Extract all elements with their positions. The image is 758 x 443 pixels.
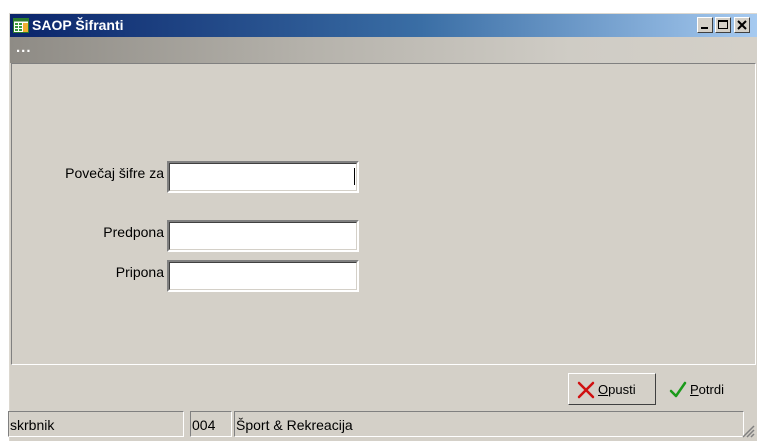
increase-field[interactable] xyxy=(167,161,359,193)
status-org-text: Šport & Rekreacija xyxy=(236,417,353,433)
minimize-icon xyxy=(701,27,708,29)
prefix-label: Predpona xyxy=(103,224,164,240)
close-icon xyxy=(737,20,747,30)
subheader-text: ... xyxy=(16,39,32,56)
cancel-button[interactable]: Opusti xyxy=(568,373,656,405)
subheader-bar: ... xyxy=(10,37,757,63)
form-panel: Povečaj šifre za Predpona Pripona xyxy=(11,63,756,365)
status-bar: skrbnik 004 Šport & Rekreacija xyxy=(8,410,757,440)
table-icon xyxy=(13,18,29,33)
confirm-label: Potrdi xyxy=(690,382,724,397)
dialog-window: SAOP Šifranti ... Povečaj šifre za Predp xyxy=(8,13,757,441)
maximize-button[interactable] xyxy=(715,17,731,33)
suffix-input[interactable] xyxy=(172,265,356,287)
status-organization: Šport & Rekreacija xyxy=(234,411,744,437)
minimize-button[interactable] xyxy=(697,17,713,33)
window-title: SAOP Šifranti xyxy=(32,17,124,33)
resize-grip-icon[interactable] xyxy=(741,424,755,438)
suffix-field[interactable] xyxy=(167,260,359,292)
close-button[interactable] xyxy=(734,17,750,33)
red-x-icon xyxy=(577,381,595,399)
increase-input[interactable] xyxy=(172,166,356,188)
increase-label: Povečaj šifre za xyxy=(65,165,164,181)
prefix-input[interactable] xyxy=(172,225,356,247)
suffix-label: Pripona xyxy=(115,264,164,280)
cancel-label: Opusti xyxy=(598,382,636,397)
status-user: skrbnik xyxy=(8,411,184,437)
green-check-icon xyxy=(669,381,687,398)
prefix-field[interactable] xyxy=(167,220,359,252)
text-caret xyxy=(354,168,355,185)
maximize-icon xyxy=(718,20,728,29)
status-user-text: skrbnik xyxy=(10,417,55,433)
status-code-text: 004 xyxy=(192,417,216,433)
confirm-button[interactable]: Potrdi xyxy=(660,373,748,405)
title-bar[interactable]: SAOP Šifranti xyxy=(10,14,757,37)
status-code: 004 xyxy=(190,411,232,437)
